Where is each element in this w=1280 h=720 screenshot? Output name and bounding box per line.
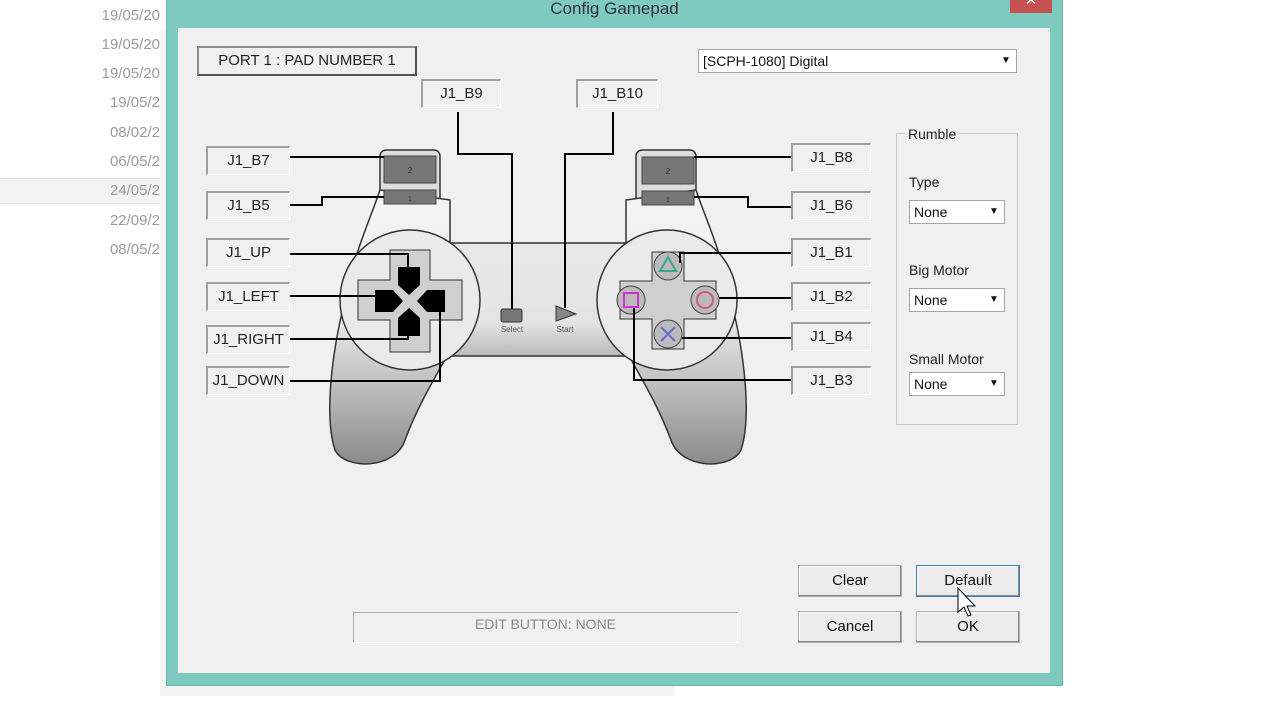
chevron-down-icon: ▼ xyxy=(989,378,999,389)
select-button-art xyxy=(500,308,523,323)
binding-down[interactable]: J1_DOWN xyxy=(206,366,290,395)
binding-right[interactable]: J1_RIGHT xyxy=(206,325,290,354)
binding-select[interactable]: J1_B9 xyxy=(421,79,501,108)
l2-text: 2 xyxy=(408,166,413,175)
binding-r1[interactable]: J1_B6 xyxy=(791,191,871,220)
controller-type-select[interactable]: [SCPH-1080] Digital ▼ xyxy=(698,49,1017,73)
rumble-type-label: Type xyxy=(909,174,940,190)
big-motor-select[interactable]: None ▼ xyxy=(909,288,1005,312)
r2-button: 2 xyxy=(641,156,695,185)
r1-button: 1 xyxy=(641,190,695,206)
circle-button xyxy=(690,285,720,315)
rumble-type-value: None xyxy=(914,204,948,220)
r2-text: 2 xyxy=(666,167,671,176)
chevron-down-icon: ▼ xyxy=(989,294,999,305)
binding-left[interactable]: J1_LEFT xyxy=(206,282,290,311)
binding-square[interactable]: J1_B3 xyxy=(791,366,871,395)
binding-cross[interactable]: J1_B4 xyxy=(791,322,871,351)
small-motor-label: Small Motor xyxy=(909,351,984,367)
cancel-button[interactable]: Cancel xyxy=(798,611,902,643)
clear-button[interactable]: Clear xyxy=(798,565,902,597)
binding-circle[interactable]: J1_B2 xyxy=(791,282,871,311)
r1-text: 1 xyxy=(666,197,670,204)
binding-r2[interactable]: J1_B8 xyxy=(791,143,871,172)
small-motor-value: None xyxy=(914,376,948,392)
port-label: PORT 1 : PAD NUMBER 1 xyxy=(197,46,417,76)
chevron-down-icon: ▼ xyxy=(989,206,999,217)
binding-start[interactable]: J1_B10 xyxy=(576,79,658,108)
binding-l1[interactable]: J1_B5 xyxy=(206,191,290,220)
binding-up[interactable]: J1_UP xyxy=(206,238,290,267)
big-motor-label: Big Motor xyxy=(909,262,969,278)
start-art-label: Start xyxy=(557,325,575,334)
edit-button-status: EDIT BUTTON: NONE xyxy=(353,612,738,643)
l2-button: 2 xyxy=(383,155,437,184)
binding-l2[interactable]: J1_B7 xyxy=(206,146,290,175)
small-motor-select[interactable]: None ▼ xyxy=(909,372,1005,396)
rumble-type-select[interactable]: None ▼ xyxy=(909,200,1005,224)
big-motor-value: None xyxy=(914,292,948,308)
default-button[interactable]: Default xyxy=(916,565,1020,597)
ok-button[interactable]: OK xyxy=(916,611,1020,643)
binding-triangle[interactable]: J1_B1 xyxy=(791,238,871,267)
rumble-title: Rumble xyxy=(906,126,959,142)
chevron-down-icon: ▼ xyxy=(1001,55,1011,66)
l1-text: 1 xyxy=(408,196,412,203)
controller-type-value: [SCPH-1080] Digital xyxy=(703,53,829,69)
l1-button: 1 xyxy=(383,189,437,205)
select-art-label: Select xyxy=(501,325,524,334)
square-button xyxy=(616,285,646,315)
